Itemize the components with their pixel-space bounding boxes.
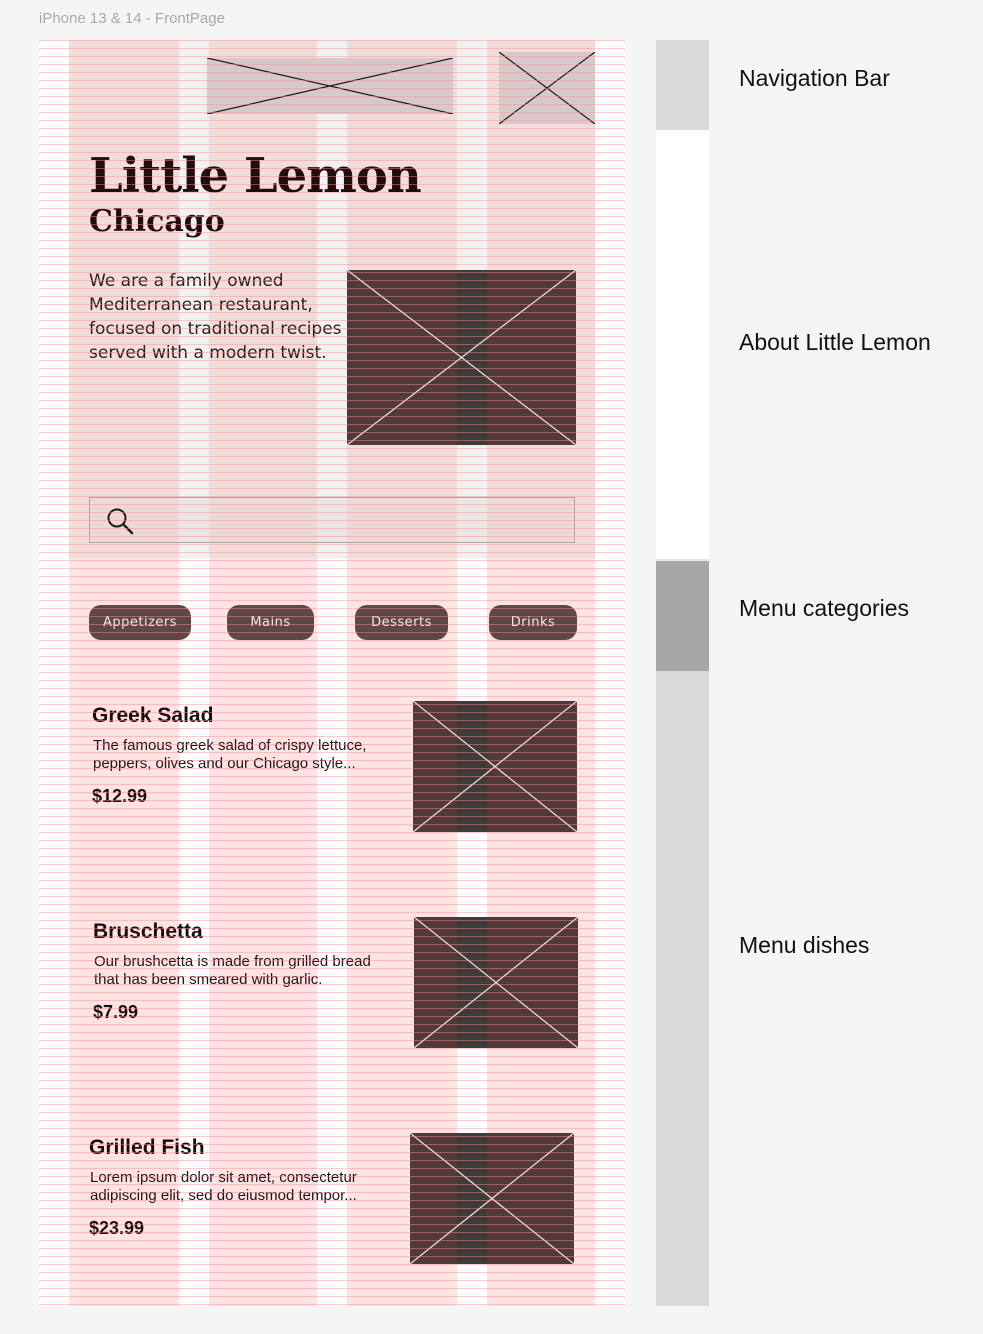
dish-image-placeholder — [410, 1133, 574, 1264]
dish-name: Grilled Fish — [89, 1136, 205, 1159]
section-bar-about — [656, 130, 709, 559]
dish-description: Lorem ipsum dolor sit amet, consectetur … — [90, 1169, 357, 1204]
phone-frame: Little Lemon Chicago We are a family own… — [39, 40, 625, 1306]
profile-placeholder[interactable] — [499, 52, 595, 124]
dish-price: $23.99 — [89, 1218, 145, 1238]
dish-description: Our brushcetta is made from grilled brea… — [94, 953, 371, 988]
annotation-menu-dishes: Menu dishes — [739, 932, 870, 958]
frame-label: iPhone 13 & 14 - FrontPage — [39, 10, 225, 27]
annotation-menu-categories: Menu categories — [739, 595, 910, 621]
hero-image-placeholder — [347, 270, 576, 445]
section-bar-categories — [656, 561, 709, 671]
dish-description: The famous greek salad of crispy lettuce… — [93, 737, 367, 772]
location-subtitle: Chicago — [89, 204, 225, 239]
dish-name: Bruschetta — [93, 920, 203, 943]
search-input[interactable] — [89, 497, 575, 543]
dish-name: Greek Salad — [92, 704, 214, 727]
annotation-navigation-bar: Navigation Bar — [739, 65, 890, 91]
dish-price: $12.99 — [92, 786, 148, 806]
category-appetizers[interactable]: Appetizers — [89, 605, 191, 640]
dish-price: $7.99 — [93, 1002, 139, 1022]
search-icon — [107, 508, 134, 535]
category-mains[interactable]: Mains — [227, 605, 314, 640]
dish-image-placeholder — [413, 701, 577, 832]
dish-image-placeholder — [414, 917, 578, 1048]
category-desserts[interactable]: Desserts — [355, 605, 448, 640]
annotation-about: About Little Lemon — [739, 329, 931, 355]
section-bar-navigation — [656, 40, 709, 130]
section-bar-dishes — [656, 671, 709, 1306]
logo-placeholder[interactable] — [207, 58, 453, 114]
about-text: We are a family owned Mediterranean rest… — [89, 271, 342, 363]
category-drinks[interactable]: Drinks — [489, 605, 577, 640]
page-title: Little Lemon — [89, 148, 422, 204]
